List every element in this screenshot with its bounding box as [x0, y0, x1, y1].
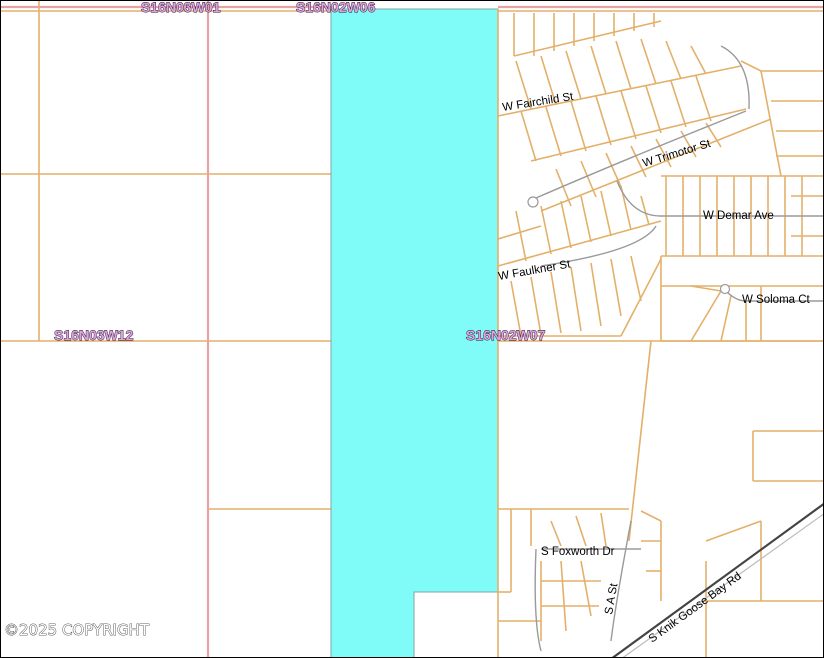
- cul-de-sac-marker: [527, 196, 539, 208]
- copyright-watermark: ©2025 COPYRIGHT: [4, 621, 150, 639]
- street-label-demar: W Demar Ave: [703, 210, 774, 222]
- parcel-map[interactable]: S16N03W01 S16N02W06 S16N03W12 S16N02W07 …: [0, 0, 824, 658]
- section-label-se: S16N02W07: [466, 327, 546, 343]
- street-label-trimotor: W Trimotor St: [641, 138, 712, 170]
- street-label-foxworth: S Foxworth Dr: [541, 546, 615, 558]
- street-label-a-st: S A St: [603, 582, 620, 616]
- street-label-faulkner: W Faulkner St: [497, 258, 572, 283]
- street-label-soloma: W Soloma Ct: [742, 294, 811, 306]
- section-label-ne: S16N02W06: [296, 1, 376, 15]
- road-lines: [534, 45, 823, 657]
- section-label-nw: S16N03W01: [141, 1, 221, 15]
- cul-de-sac-marker: [719, 283, 731, 295]
- map-canvas: S16N03W01 S16N02W06 S16N03W12 S16N02W07 …: [1, 1, 823, 657]
- section-label-sw: S16N03W12: [54, 327, 134, 343]
- street-label-fairchild: W Fairchild St: [502, 91, 575, 114]
